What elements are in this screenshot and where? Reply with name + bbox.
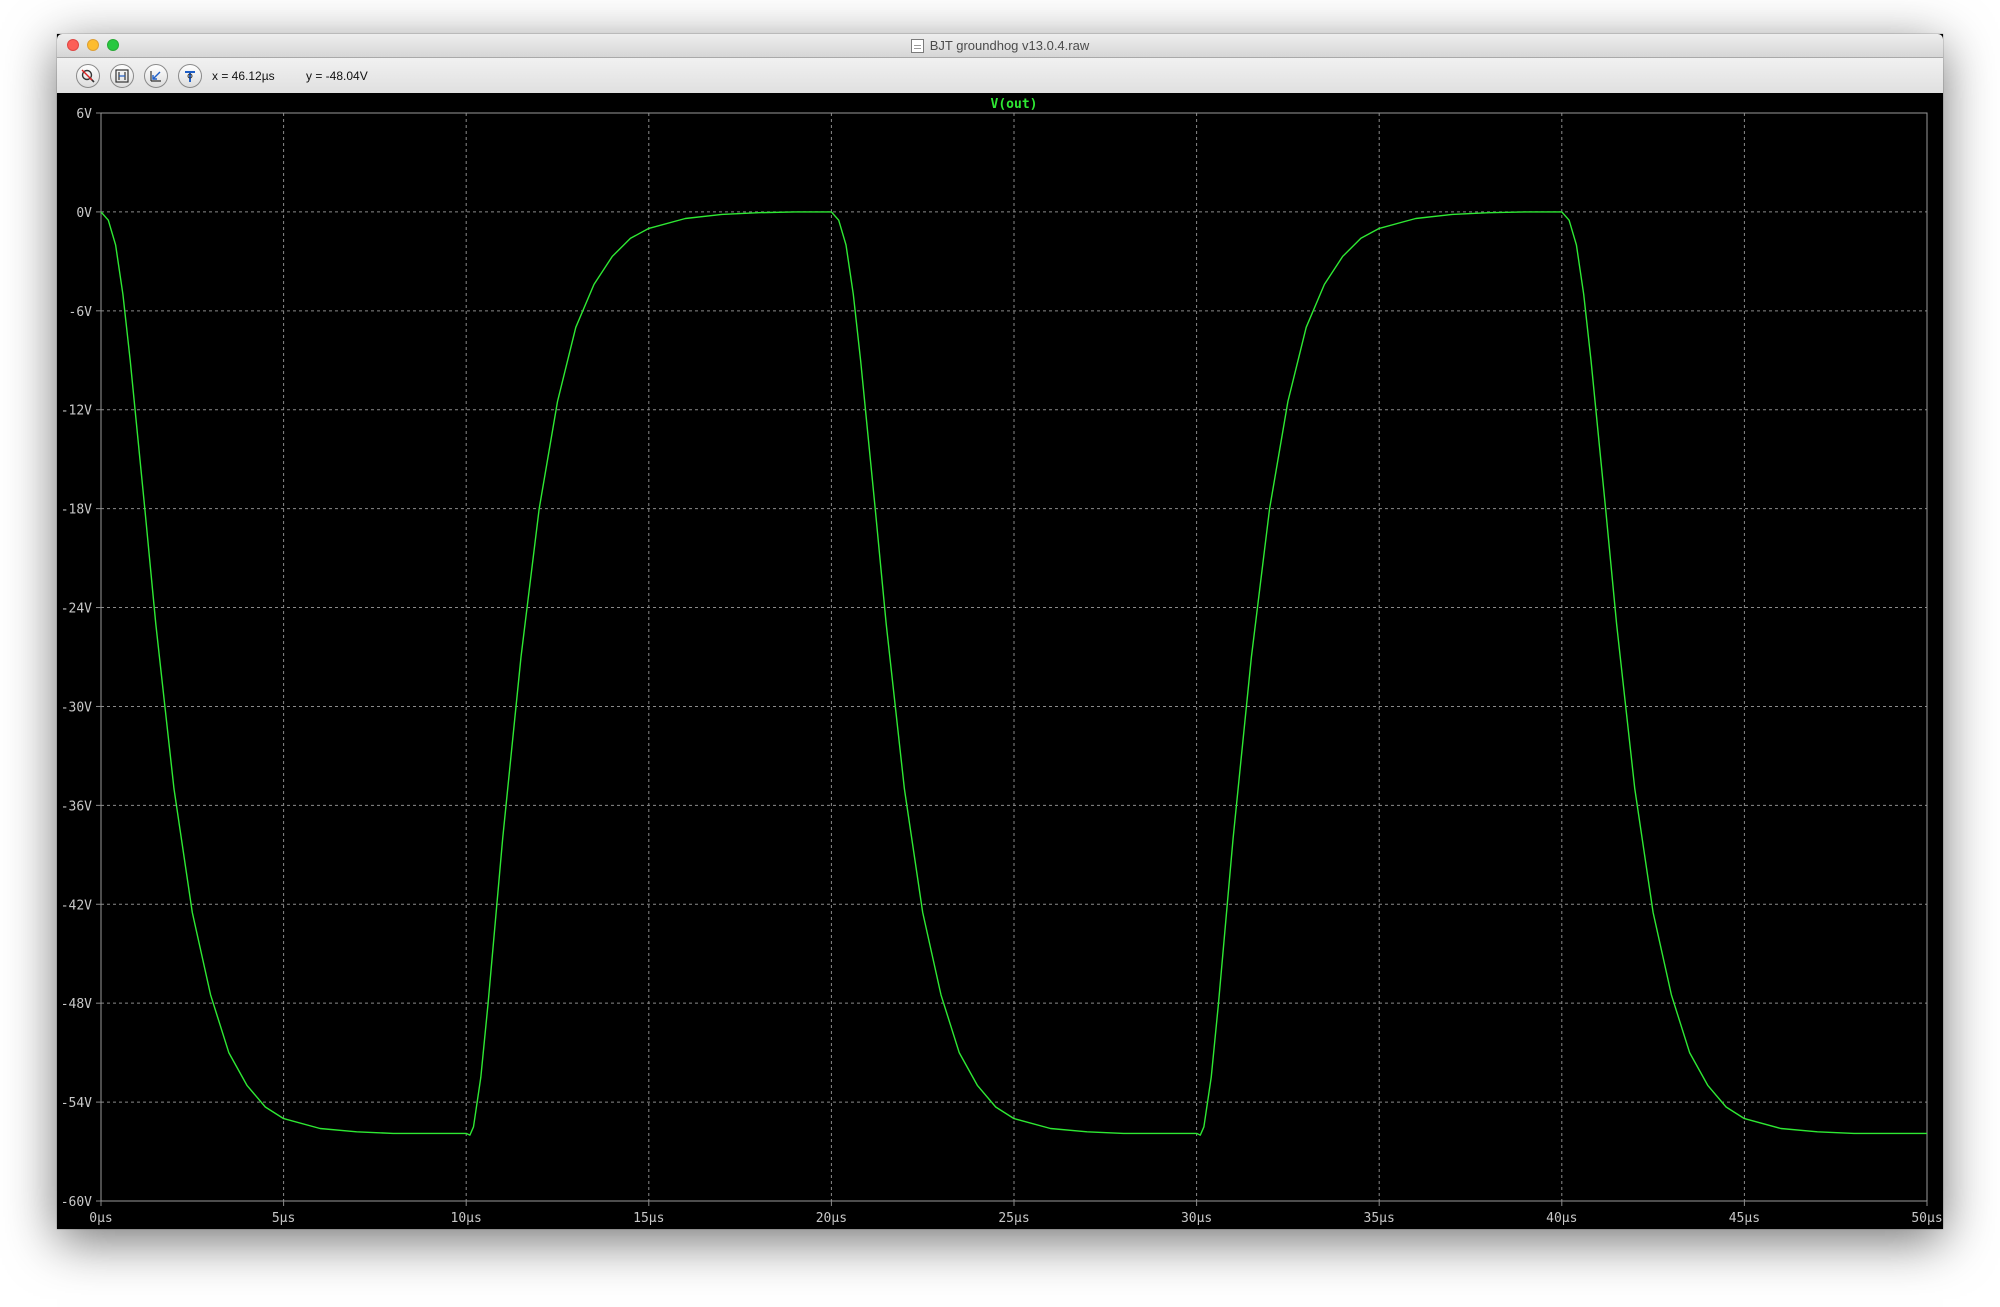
zoom-previous-icon (150, 71, 161, 82)
magnifier-crossed-icon (81, 69, 95, 83)
y-tick-label: -30V (61, 700, 92, 715)
cursor-y-readout: y = -48.04V (306, 69, 368, 83)
x-tick-label: 45µs (1729, 1211, 1760, 1226)
probe-cursor-icon (185, 71, 195, 82)
title-bar[interactable]: BJT groundhog v13.0.4.raw (57, 34, 1943, 58)
probe-cursor-button[interactable] (178, 64, 202, 88)
y-tick-label: -12V (61, 404, 92, 419)
x-tick-label: 15µs (633, 1211, 664, 1226)
zoom-back-button[interactable] (144, 64, 168, 88)
document-icon (910, 38, 924, 53)
zoom-extents-icon (115, 69, 129, 83)
zoom-full-button[interactable] (110, 64, 134, 88)
window-title-group: BJT groundhog v13.0.4.raw (57, 34, 1943, 57)
y-tick-label: -54V (61, 1096, 92, 1111)
x-tick-label: 50µs (1911, 1211, 1942, 1226)
x-tick-label: 35µs (1364, 1211, 1395, 1226)
y-tick-label: -42V (61, 898, 92, 913)
toolbar: x = 46.12µs y = -48.04V (57, 58, 1943, 94)
y-tick-label: -18V (61, 503, 92, 518)
waveform-plot[interactable]: 6V 0V -6V -12V -18V -24V -30V -36V -42V -48V -54V -… (57, 93, 1943, 1229)
y-tick-label: -24V (61, 602, 92, 617)
x-tick-label: 20µs (816, 1211, 847, 1226)
trace-label[interactable]: V(out) (991, 97, 1038, 112)
cursor-x-readout: x = 46.12µs (212, 69, 275, 83)
y-tick-label: -48V (61, 997, 92, 1012)
x-tick-label: 40µs (1546, 1211, 1577, 1226)
window-title: BJT groundhog v13.0.4.raw (929, 38, 1090, 53)
y-tick-label: 0V (76, 206, 92, 221)
x-tick-label: 25µs (998, 1211, 1029, 1226)
x-tick-label: 5µs (272, 1211, 295, 1226)
x-tick-label: 10µs (451, 1211, 482, 1226)
trace-labels[interactable]: V(out) (991, 97, 1038, 112)
plot-background (57, 93, 1943, 1229)
zoom-cancel-button[interactable] (76, 64, 100, 88)
y-tick-label: -6V (69, 305, 93, 320)
waveform-window: BJT groundhog v13.0.4.raw x = 46.12µs y … (57, 34, 1943, 1229)
y-tick-label: -60V (61, 1195, 92, 1210)
x-tick-label: 30µs (1181, 1211, 1212, 1226)
y-tick-label: -36V (61, 799, 92, 814)
y-tick-label: 6V (76, 107, 92, 122)
x-tick-label: 0µs (89, 1211, 112, 1226)
